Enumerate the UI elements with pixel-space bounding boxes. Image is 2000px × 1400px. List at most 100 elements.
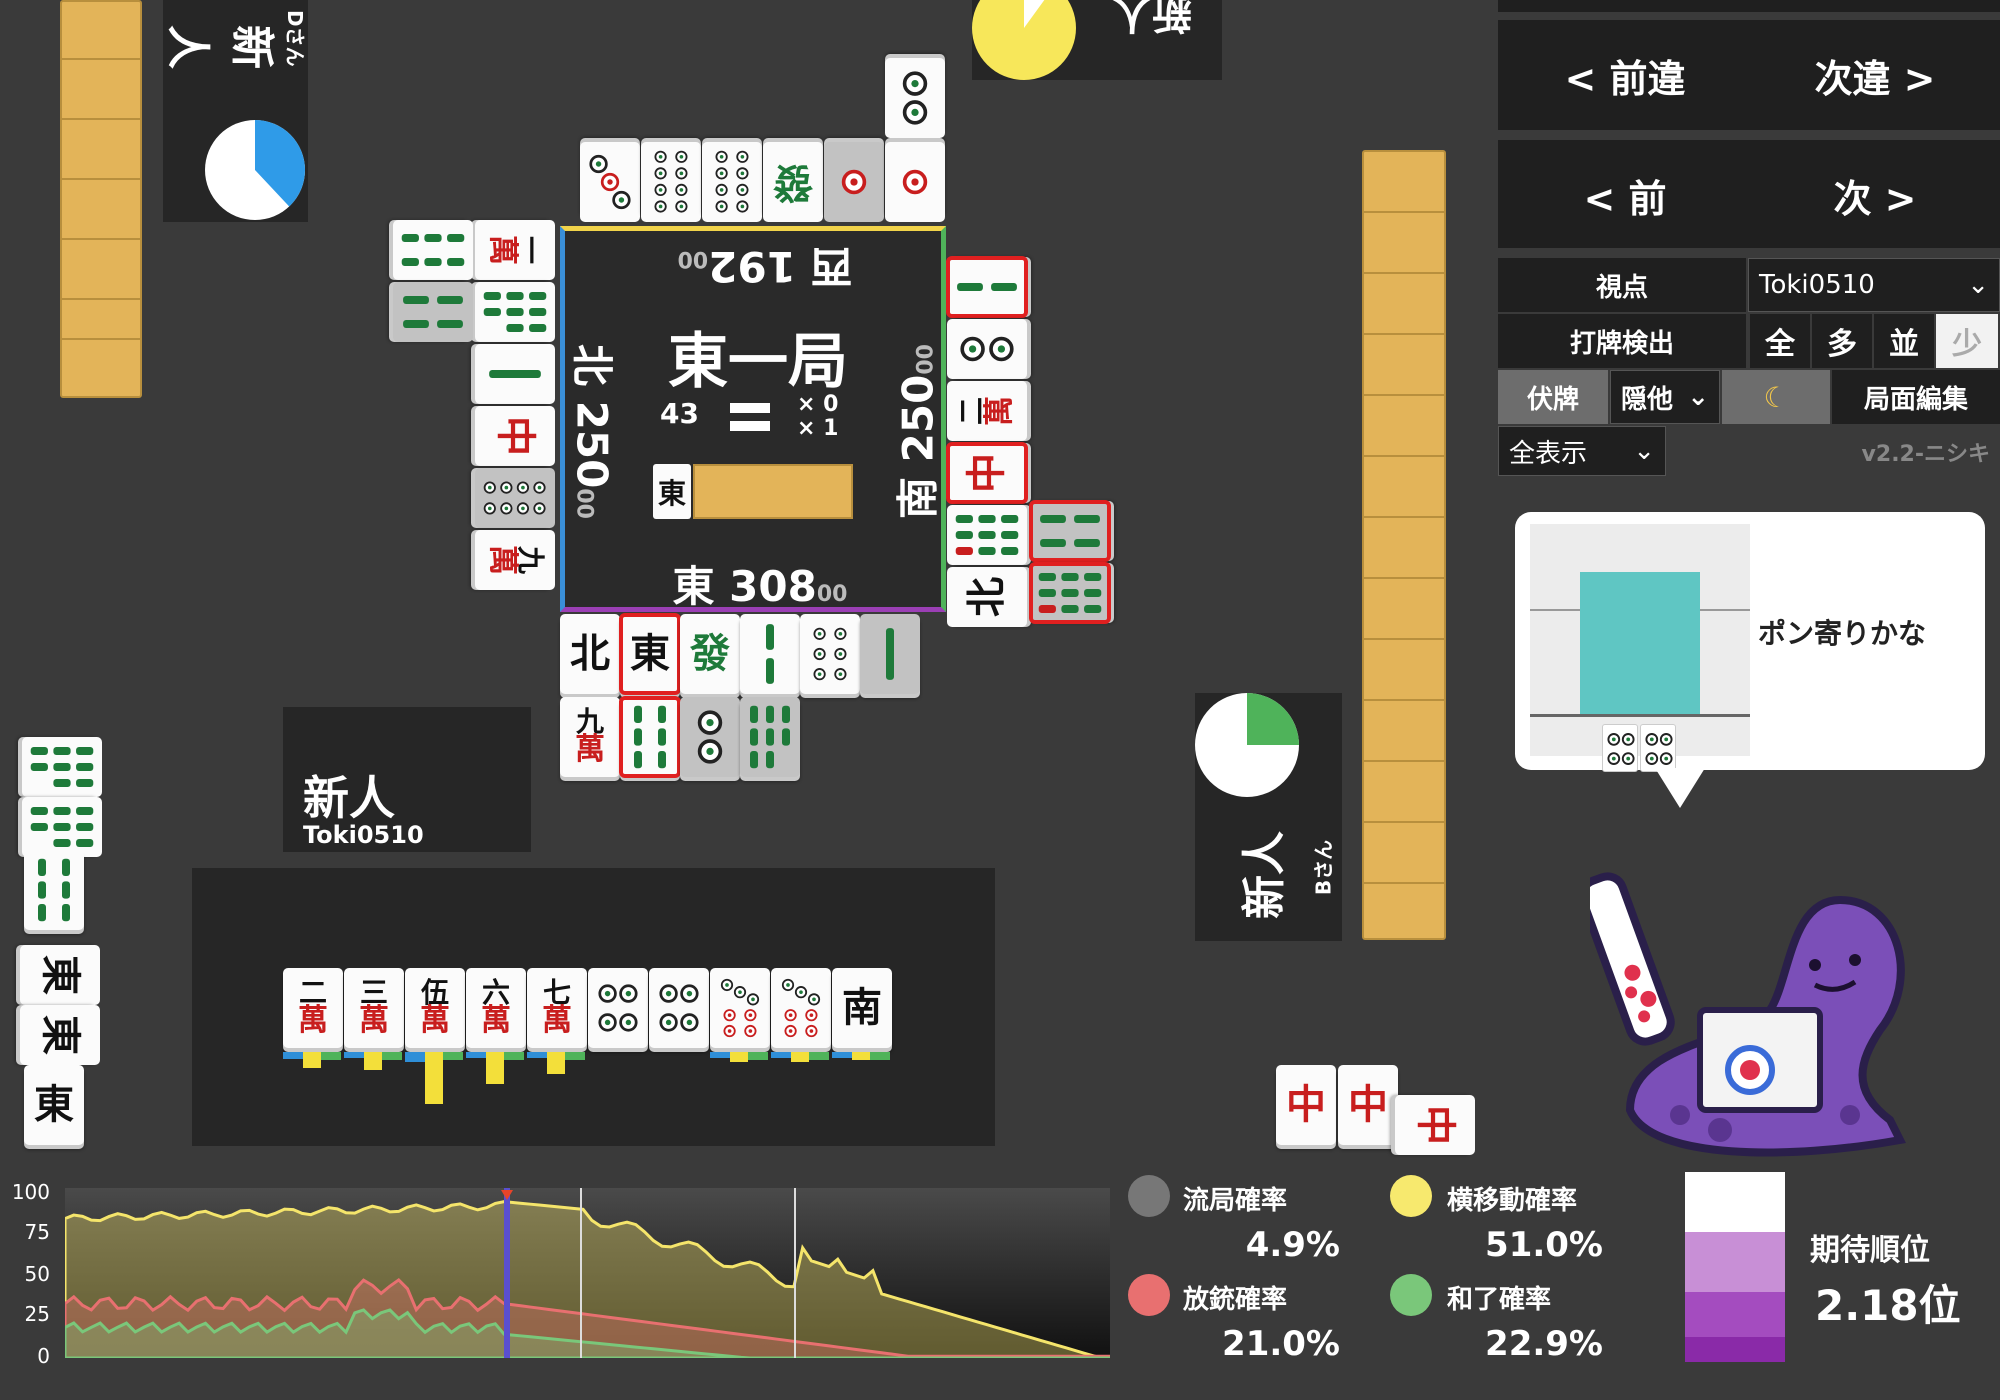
riichi-stick-icon <box>730 421 770 431</box>
tile-eval-bar <box>405 1052 425 1062</box>
discard-tile <box>475 468 555 528</box>
hand-tile[interactable]: 三萬 <box>344 968 404 1048</box>
discard-check-many[interactable]: 多 <box>1812 314 1872 368</box>
tile-eval-bar <box>466 1052 486 1058</box>
sou-4-icon <box>403 296 463 328</box>
prev-diff-button[interactable]: < 前違 <box>1530 40 1720 110</box>
win-dot <box>1390 1274 1432 1316</box>
self-player-title: 新人 <box>303 771 395 825</box>
discard-tile <box>945 256 1029 318</box>
discard-check-few[interactable]: 少 <box>1936 314 1998 368</box>
discard-tile: 中 <box>475 406 555 466</box>
discard-tile <box>824 142 884 222</box>
advice-chart <box>1530 524 1750 772</box>
sou-9-icon <box>955 515 1019 555</box>
advice-tile <box>1602 724 1638 772</box>
tile-eval-bar <box>303 1052 321 1068</box>
score-east: 東 30800 <box>672 562 848 611</box>
right-player-title: 新人 <box>1239 831 1290 919</box>
hide-tiles-button[interactable]: 伏牌 <box>1498 370 1608 424</box>
pin-1-icon <box>841 169 867 195</box>
discard-tile <box>947 505 1027 565</box>
discard-tile: 發 <box>763 142 823 222</box>
tile-eval-bar <box>565 1052 585 1060</box>
discard-tile: 發 <box>680 614 740 694</box>
draw-value: 4.9% <box>1245 1225 1340 1265</box>
tile-eval-bar <box>486 1052 504 1084</box>
y-tick-25: 25 <box>24 1302 50 1326</box>
sou-6-icon <box>401 234 465 266</box>
hand-tile[interactable] <box>649 968 709 1048</box>
sou-8-icon <box>750 705 790 769</box>
tile-eval-bar <box>344 1052 364 1058</box>
next-button[interactable]: 次 > <box>1780 160 1970 230</box>
chevron-down-icon: ⌄ <box>1687 382 1709 412</box>
meld-tile: 中 <box>1276 1065 1336 1145</box>
prev-button[interactable]: < 前 <box>1530 160 1720 230</box>
discard-tile <box>740 697 800 777</box>
bubble-tail <box>1655 768 1705 808</box>
tile-eval-bar <box>443 1052 463 1060</box>
round-label: 東一局 <box>668 327 848 397</box>
next-diff-button[interactable]: 次違 > <box>1780 40 1970 110</box>
hand-tile[interactable]: 二萬 <box>283 968 343 1048</box>
tile-eval-bar <box>748 1052 768 1060</box>
discard-check-normal[interactable]: 並 <box>1874 314 1934 368</box>
hand-tile[interactable] <box>588 968 648 1048</box>
tile-eval-bar <box>283 1052 303 1060</box>
rank-value: 2.18位 <box>1815 1281 1961 1330</box>
tile-eval-bar <box>791 1052 809 1062</box>
discard-tile <box>1028 562 1112 624</box>
chevron-down-icon: ⌄ <box>1967 270 1989 300</box>
hand-tile[interactable]: 南 <box>832 968 892 1048</box>
score-south: 南 25000 <box>893 344 943 519</box>
hand-tile[interactable]: 伍萬 <box>405 968 465 1048</box>
snake-mascot <box>1590 872 1906 1157</box>
top-player-panel: 新人 <box>972 0 1222 80</box>
sou-2-icon <box>766 624 774 684</box>
moon-icon[interactable]: ☾ <box>1722 370 1830 424</box>
hand-tile[interactable] <box>771 968 831 1048</box>
sou-6-icon <box>634 705 666 769</box>
tile-eval-bar <box>527 1052 547 1058</box>
discard-check-all[interactable]: 全 <box>1750 314 1810 368</box>
sou-8-icon <box>30 807 94 847</box>
tile-eval-bar <box>710 1052 730 1058</box>
hand-tile[interactable]: 六萬 <box>466 968 526 1048</box>
hand-tile[interactable] <box>710 968 770 1048</box>
viewpoint-select[interactable]: Toki0510 ⌄ <box>1748 258 2000 312</box>
display-select[interactable]: 全表示 ⌄ <box>1498 426 1666 476</box>
win-label: 和了確率 <box>1447 1285 1552 1315</box>
discard-tile <box>1028 500 1112 562</box>
pin-6-icon <box>813 627 847 681</box>
sou-6-icon <box>38 858 70 922</box>
tile-eval-bar <box>730 1052 748 1062</box>
left-player-pie <box>205 120 305 220</box>
tile-eval-bar <box>771 1052 791 1058</box>
right-player-panel: 新人 Bさん <box>1195 693 1342 941</box>
self-player-name: Toki0510 <box>303 821 424 849</box>
hide-select[interactable]: 隠他 ⌄ <box>1610 370 1720 424</box>
discard-tile <box>740 614 800 694</box>
discard-tile: 東 <box>619 613 681 695</box>
honba-stick-icon <box>730 403 770 413</box>
edit-position-button[interactable]: 局面編集 <box>1832 370 2000 424</box>
tile-eval-bar <box>321 1052 341 1060</box>
discard-tile <box>619 696 681 778</box>
deal-in-label: 放銃確率 <box>1183 1285 1288 1315</box>
meld-tile: 中 <box>1338 1065 1398 1145</box>
discard-tile <box>860 614 920 694</box>
discard-tile <box>393 282 473 342</box>
probability-chart: 100 75 50 25 0 <box>0 1180 1120 1400</box>
tile-eval-bar <box>382 1052 402 1060</box>
meld-tile <box>22 797 102 857</box>
honba-count: 43 <box>660 397 699 430</box>
y-tick-50: 50 <box>24 1262 50 1286</box>
meld-tile: 東 <box>20 945 100 1005</box>
dead-wall <box>693 464 853 519</box>
discard-tile <box>885 142 945 222</box>
hand-tile[interactable]: 七萬 <box>527 968 587 1048</box>
pin-7-icon <box>720 978 760 1038</box>
discard-tile: 北 <box>560 614 620 694</box>
discard-tile: 中 <box>945 442 1029 504</box>
